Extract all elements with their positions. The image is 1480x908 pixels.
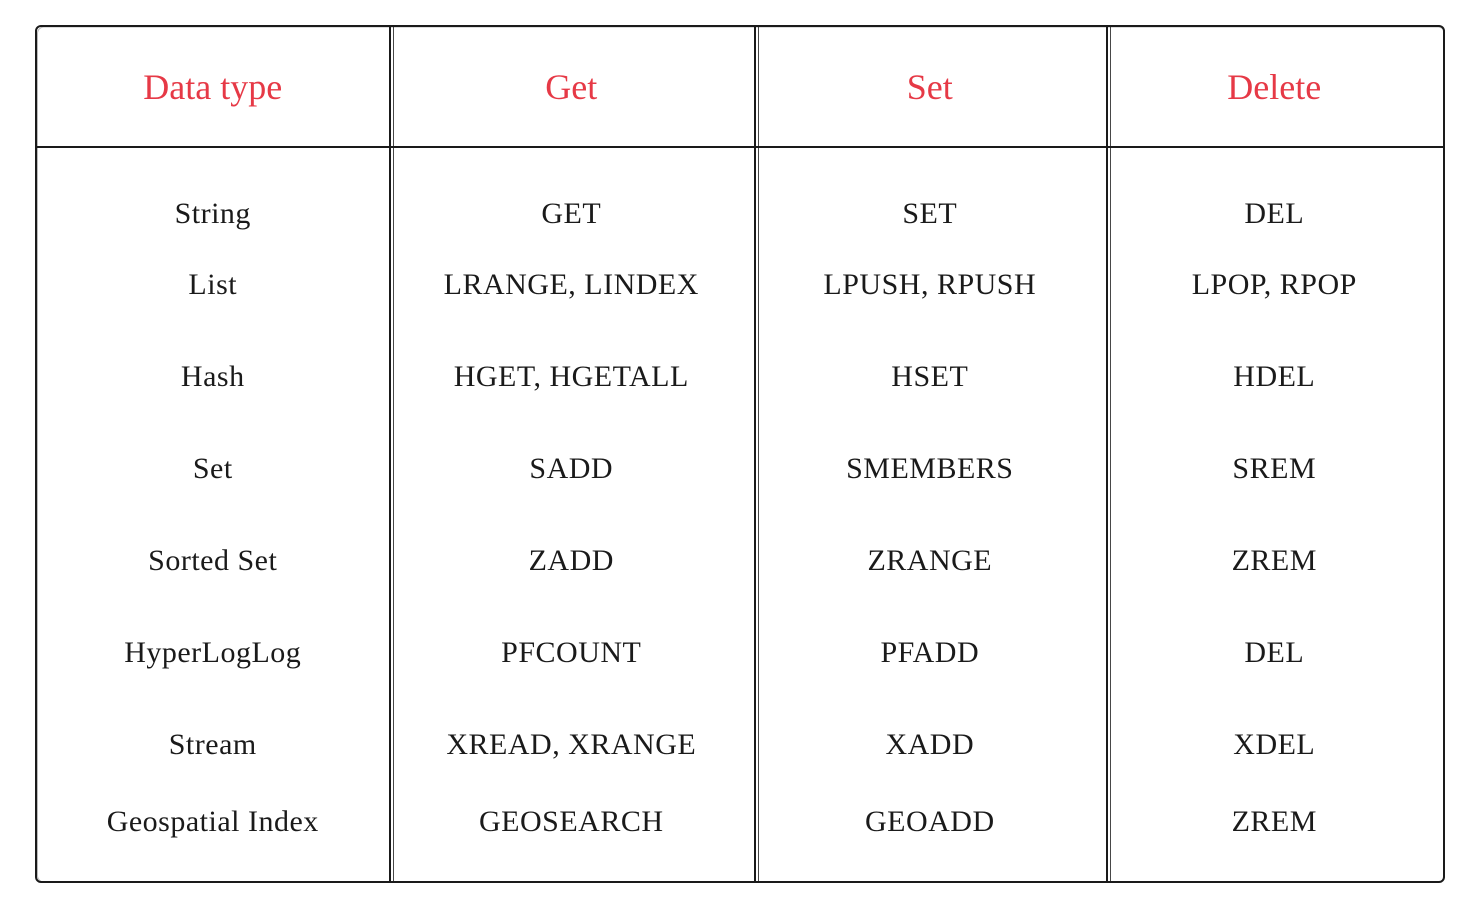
table-body: String GET SET DEL List LRANGE, LINDEX L… [37,147,1443,883]
table-row: List LRANGE, LINDEX LPUSH, RPUSH LPOP, R… [37,239,1443,331]
cell-get: LRANGE, LINDEX [389,239,755,331]
cell-set: SMEMBERS [754,423,1106,515]
table-row: HyperLogLog PFCOUNT PFADD DEL [37,607,1443,699]
cell-set: XADD [754,699,1106,791]
cell-data-type: Stream [37,699,389,791]
cell-set: PFADD [754,607,1106,699]
cell-get: PFCOUNT [389,607,755,699]
cell-delete: XDEL [1106,699,1443,791]
cell-delete: DEL [1106,147,1443,239]
cell-set: LPUSH, RPUSH [754,239,1106,331]
table-row: Geospatial Index GEOSEARCH GEOADD ZREM [37,791,1443,883]
cell-get: SADD [389,423,755,515]
cell-get: HGET, HGETALL [389,331,755,423]
table-row: Hash HGET, HGETALL HSET HDEL [37,331,1443,423]
header-get: Get [389,27,755,147]
header-delete: Delete [1106,27,1443,147]
cell-delete: SREM [1106,423,1443,515]
cell-delete: DEL [1106,607,1443,699]
table-row: Stream XREAD, XRANGE XADD XDEL [37,699,1443,791]
cell-delete: ZREM [1106,791,1443,883]
header-set: Set [754,27,1106,147]
cell-get: ZADD [389,515,755,607]
cell-set: SET [754,147,1106,239]
cell-data-type: HyperLogLog [37,607,389,699]
cell-delete: LPOP, RPOP [1106,239,1443,331]
cell-data-type: List [37,239,389,331]
table-header-row: Data type Get Set Delete [37,27,1443,147]
table: Data type Get Set Delete String GET SET … [37,27,1443,883]
table-row: Sorted Set ZADD ZRANGE ZREM [37,515,1443,607]
cell-data-type: String [37,147,389,239]
cell-set: GEOADD [754,791,1106,883]
cell-delete: ZREM [1106,515,1443,607]
cell-data-type: Sorted Set [37,515,389,607]
redis-commands-table: Data type Get Set Delete String GET SET … [35,25,1445,883]
table-row: String GET SET DEL [37,147,1443,239]
table-row: Set SADD SMEMBERS SREM [37,423,1443,515]
cell-data-type: Hash [37,331,389,423]
cell-set: ZRANGE [754,515,1106,607]
cell-set: HSET [754,331,1106,423]
cell-data-type: Set [37,423,389,515]
cell-get: XREAD, XRANGE [389,699,755,791]
header-data-type: Data type [37,27,389,147]
cell-get: GEOSEARCH [389,791,755,883]
cell-delete: HDEL [1106,331,1443,423]
cell-data-type: Geospatial Index [37,791,389,883]
cell-get: GET [389,147,755,239]
